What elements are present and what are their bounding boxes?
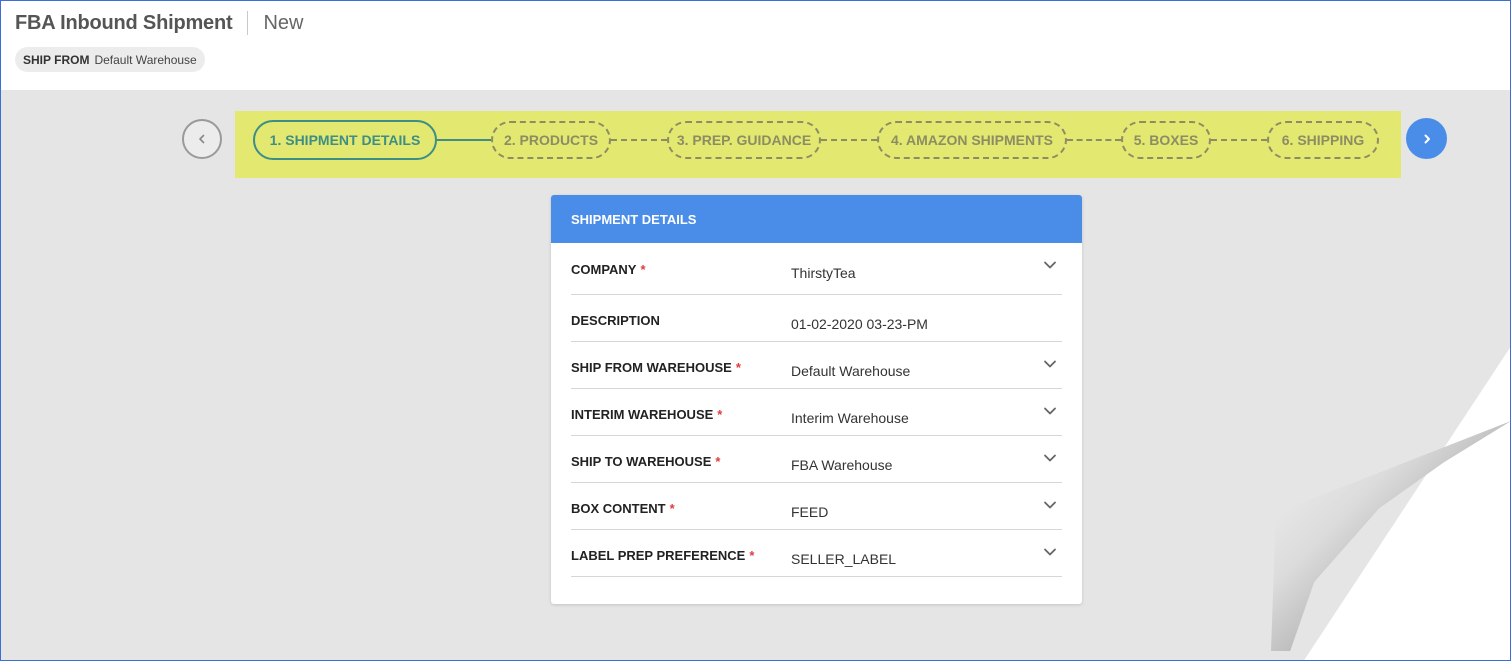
field-value: FEED [791,504,829,520]
required-marker: * [717,407,723,422]
chip-value: Default Warehouse [94,52,197,67]
field-label-prep-preference[interactable]: LABEL PREP PREFERENCE * SELLER_LABEL [571,530,1062,577]
shipment-details-card: SHIPMENT DETAILS COMPANY * ThirstyTea DES… [551,195,1082,604]
card-title: SHIPMENT DETAILS [571,211,697,227]
field-interim-warehouse[interactable]: INTERIM WAREHOUSE * Interim Warehouse [571,389,1062,436]
chevron-left-icon [199,134,205,144]
step-connector [611,139,667,141]
next-step-button[interactable] [1406,118,1447,159]
field-label: DESCRIPTION [571,313,660,328]
chip-label: SHIP FROM [23,52,90,67]
field-value: Default Warehouse [791,363,911,379]
step-connector [437,139,491,141]
field-box-content[interactable]: BOX CONTENT * FEED [571,483,1062,530]
field-label: LABEL PREP PREFERENCE * [571,548,755,563]
chevron-down-icon[interactable] [1042,403,1058,419]
step-prep-guidance[interactable]: 3. PREP. GUIDANCE [667,121,821,159]
ship-from-chip[interactable]: SHIP FROM Default Warehouse [15,47,205,72]
field-label: SHIP TO WAREHOUSE * [571,454,721,469]
field-label: SHIP FROM WAREHOUSE * [571,360,741,375]
step-amazon-shipments[interactable]: 4. AMAZON SHIPMENTS [877,121,1067,159]
required-marker: * [749,548,755,563]
field-value: FBA Warehouse [791,457,893,473]
step-products[interactable]: 2. PRODUCTS [491,121,611,159]
step-connector [821,139,877,141]
step-label: 5. BOXES [1133,132,1199,148]
step-boxes[interactable]: 5. BOXES [1121,121,1211,159]
field-label: BOX CONTENT * [571,501,675,516]
field-value: 01-02-2020 03-23-PM [791,316,928,332]
page-title: FBA Inbound Shipment [15,11,233,34]
title-divider [247,11,249,35]
chevron-down-icon[interactable] [1042,356,1058,372]
record-title: New [263,11,304,34]
required-marker: * [669,501,675,516]
chevron-down-icon[interactable] [1042,497,1058,513]
required-marker: * [640,262,646,277]
field-value: SELLER_LABEL [791,551,897,567]
chevron-right-icon [1424,134,1430,143]
field-value: ThirstyTea [791,265,856,281]
required-marker: * [735,360,741,375]
step-label: 4. AMAZON SHIPMENTS [890,132,1054,148]
field-value: Interim Warehouse [791,410,909,426]
wizard-stepper: 1. SHIPMENT DETAILS 2. PRODUCTS 3. PREP.… [235,111,1401,178]
app-window: FBA Inbound Shipment New SHIP FROM Defau… [0,0,1511,661]
field-label: COMPANY * [571,262,646,277]
step-label: 3. PREP. GUIDANCE [676,132,812,148]
chevron-down-icon[interactable] [1042,450,1058,466]
page-header: FBA Inbound Shipment New SHIP FROM Defau… [1,1,1510,90]
required-marker: * [715,454,721,469]
chevron-down-icon[interactable] [1042,257,1058,273]
title-row: FBA Inbound Shipment New [15,10,303,36]
step-label: 6. SHIPPING [1281,132,1365,148]
field-company[interactable]: COMPANY * ThirstyTea [571,243,1062,295]
step-label: 2. PRODUCTS [503,132,599,148]
step-shipping[interactable]: 6. SHIPPING [1267,121,1379,159]
field-ship-from-warehouse[interactable]: SHIP FROM WAREHOUSE * Default Warehouse [571,342,1062,389]
chevron-down-icon[interactable] [1042,544,1058,560]
previous-step-button[interactable] [182,119,222,159]
field-ship-to-warehouse[interactable]: SHIP TO WAREHOUSE * FBA Warehouse [571,436,1062,483]
step-shipment-details[interactable]: 1. SHIPMENT DETAILS [253,120,437,160]
step-connector [1067,139,1121,141]
step-connector [1211,139,1267,141]
card-header: SHIPMENT DETAILS [551,195,1082,243]
step-label: 1. SHIPMENT DETAILS [269,132,421,148]
field-description[interactable]: DESCRIPTION 01-02-2020 03-23-PM [571,295,1062,342]
field-label: INTERIM WAREHOUSE * [571,407,723,422]
field-list: COMPANY * ThirstyTea DESCRIPTION 01-02-20… [571,243,1062,577]
